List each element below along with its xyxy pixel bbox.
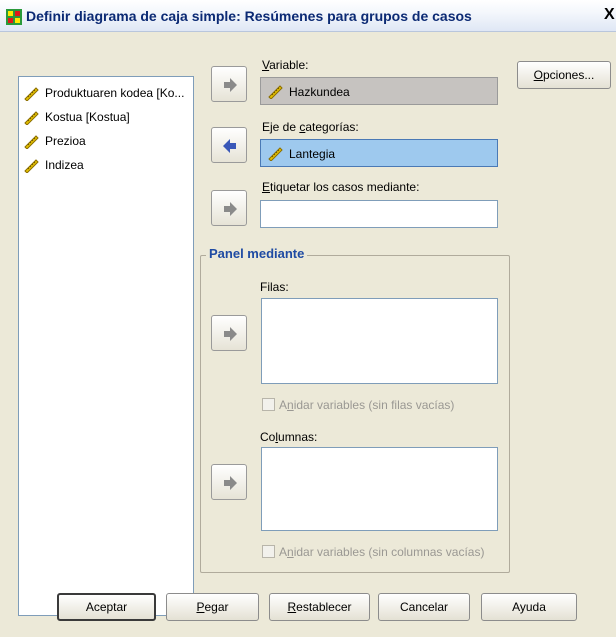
scale-ruler-icon: [24, 111, 39, 125]
dialog-window: Definir diagrama de caja simple: Resúmen…: [0, 0, 616, 637]
checkbox-box[interactable]: [262, 545, 275, 558]
spss-app-icon: [6, 9, 22, 25]
scale-ruler-icon: [268, 147, 283, 161]
variable-label: Variable:: [262, 58, 309, 72]
arrow-right-icon: [224, 327, 237, 341]
checkbox-box[interactable]: [262, 398, 275, 411]
nest-rows-checkbox[interactable]: Anidar variables (sin filas vacías): [262, 398, 454, 412]
columns-listbox[interactable]: [261, 447, 498, 531]
rows-label: Filas:: [260, 280, 289, 294]
move-to-variable-button[interactable]: [211, 66, 247, 102]
case-labels-field[interactable]: [260, 200, 498, 228]
close-icon[interactable]: X: [604, 6, 616, 26]
category-axis-value: Lantegia: [289, 147, 336, 161]
category-axis-label: Eje de categorías:: [262, 120, 359, 134]
scale-ruler-icon: [24, 159, 39, 173]
move-to-case-labels-button[interactable]: [211, 190, 247, 226]
window-title: Definir diagrama de caja simple: Resúmen…: [26, 8, 472, 24]
variable-field[interactable]: Hazkundea: [260, 77, 498, 105]
arrow-right-icon: [224, 78, 237, 92]
list-item-label: Kostua [Kostua]: [45, 110, 130, 124]
reset-button[interactable]: Restablecer: [269, 593, 370, 621]
help-button[interactable]: Ayuda: [481, 593, 577, 621]
list-item-label: Prezioa: [45, 134, 86, 148]
title-bar: Definir diagrama de caja simple: Resúmen…: [0, 0, 616, 32]
move-to-category-axis-button[interactable]: [211, 127, 247, 163]
list-item-label: Indizea: [45, 158, 84, 172]
move-to-rows-button[interactable]: [211, 315, 247, 351]
arrow-left-icon: [223, 139, 236, 153]
source-variable-list[interactable]: Produktuaren kodea [Ko... Kostua [Kostua…: [18, 76, 194, 616]
arrow-right-icon: [224, 202, 237, 216]
variable-value: Hazkundea: [289, 85, 350, 99]
ok-button[interactable]: Aceptar: [57, 593, 156, 621]
list-item-label: Produktuaren kodea [Ko...: [45, 86, 185, 100]
scale-ruler-icon: [24, 135, 39, 149]
scale-ruler-icon: [268, 85, 283, 99]
panel-group-title: Panel mediante: [206, 246, 308, 261]
options-button[interactable]: Opciones...: [517, 61, 611, 89]
move-to-columns-button[interactable]: [211, 464, 247, 500]
nest-columns-checkbox[interactable]: Anidar variables (sin columnas vacías): [262, 545, 484, 559]
cancel-button[interactable]: Cancelar: [378, 593, 470, 621]
paste-button[interactable]: Pegar: [166, 593, 259, 621]
case-labels-label: Etiquetar los casos mediante:: [262, 180, 420, 194]
scale-ruler-icon: [24, 87, 39, 101]
rows-listbox[interactable]: [261, 298, 498, 384]
columns-label: Columnas:: [260, 430, 318, 444]
arrow-right-icon: [224, 476, 237, 490]
category-axis-field[interactable]: Lantegia: [260, 139, 498, 167]
